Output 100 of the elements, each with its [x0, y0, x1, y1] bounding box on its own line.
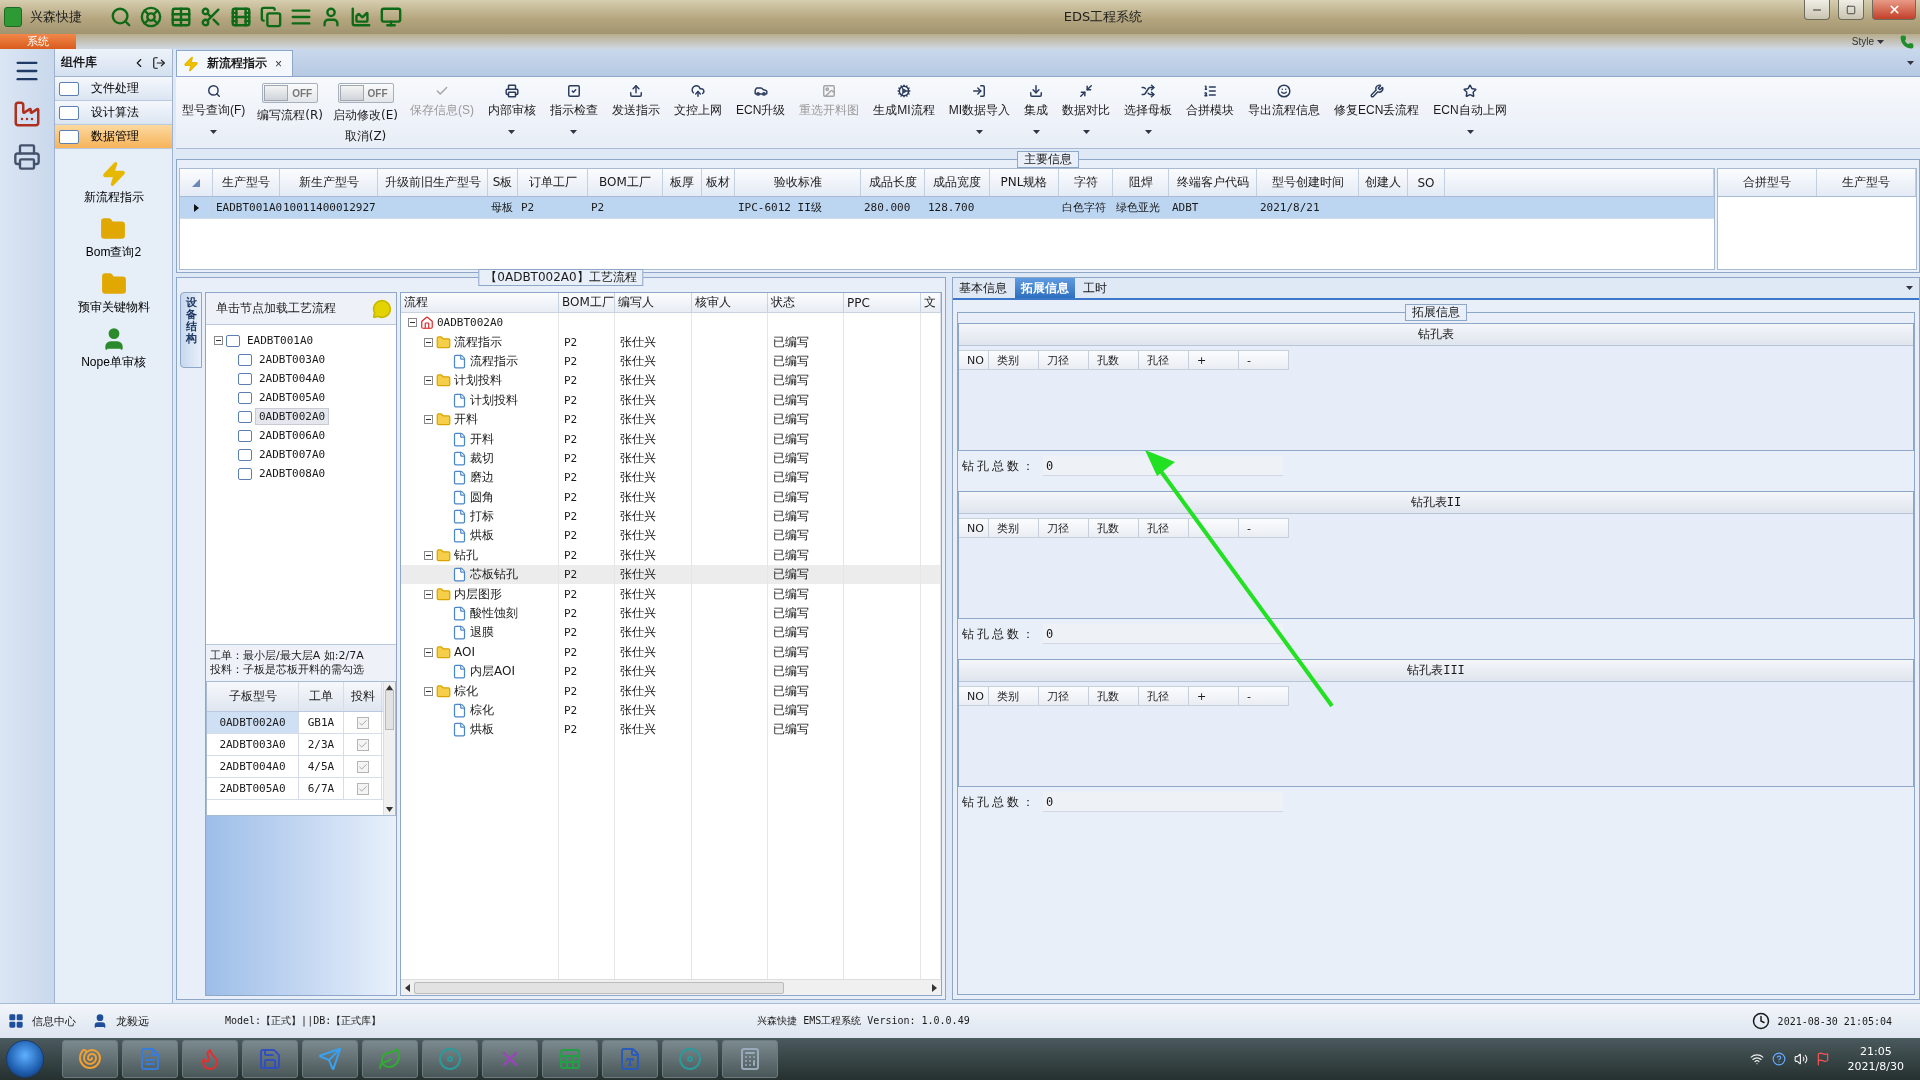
- side-tab[interactable]: 设备结构: [180, 292, 202, 368]
- tree-item[interactable]: 2ADBT004A0: [255, 370, 330, 387]
- toolbar-button[interactable]: 发送指示: [610, 81, 662, 121]
- taskbar-app[interactable]: [182, 1040, 238, 1078]
- process-row[interactable]: 退膜 P2 张仕兴 已编写: [401, 623, 941, 643]
- tool-item[interactable]: 预审关键物料: [77, 271, 150, 316]
- collapse-toggle[interactable]: [214, 336, 223, 345]
- process-row[interactable]: 内层图形 P2 张仕兴 已编写: [401, 584, 941, 604]
- taskbar-app[interactable]: [422, 1040, 478, 1078]
- volume-icon[interactable]: [1793, 1052, 1808, 1066]
- collapse-toggle[interactable]: [424, 415, 433, 425]
- process-row[interactable]: 开料 P2 张仕兴 已编写: [401, 429, 941, 449]
- toggle-switch[interactable]: OFF: [337, 83, 394, 103]
- tree-item[interactable]: 2ADBT008A0: [255, 465, 330, 482]
- taskbar-app[interactable]: [62, 1040, 118, 1078]
- network-icon[interactable]: [1749, 1052, 1764, 1066]
- taskbar-app[interactable]: [302, 1040, 358, 1078]
- flag-icon[interactable]: [1815, 1052, 1830, 1066]
- tree-item[interactable]: 2ADBT003A0: [255, 351, 330, 368]
- scrollbar[interactable]: [401, 979, 941, 995]
- toolbar-button[interactable]: 集成: [1022, 81, 1050, 136]
- collapse-toggle[interactable]: [424, 376, 433, 386]
- rows-icon[interactable]: [290, 6, 312, 28]
- scrollbar[interactable]: [383, 682, 395, 815]
- tree-item[interactable]: 0ADBT002A0: [255, 408, 330, 425]
- process-row[interactable]: 烘板 P2 张仕兴 已编写: [401, 720, 941, 740]
- search-icon[interactable]: [110, 6, 132, 28]
- process-row[interactable]: 裁切 P2 张仕兴 已编写: [401, 448, 941, 469]
- table-row[interactable]: EADBT001A010011400012927 母板 P2 P2 IPC-6012 II级 280.000 128.700 白色字符 绿色亚光 ADBT 2021/8/21: [180, 197, 1714, 219]
- document-tab[interactable]: 新流程指示 ×: [176, 50, 293, 76]
- tool-item[interactable]: Bom查询2: [85, 216, 142, 261]
- tool-item[interactable]: Nope单审核: [81, 326, 146, 371]
- toolbar-button[interactable]: 合拼模块: [1184, 81, 1236, 121]
- user-icon[interactable]: [320, 6, 342, 28]
- table-cell[interactable]: 2ADBT003A0: [207, 734, 299, 755]
- process-row[interactable]: 圆角 P2 张仕兴 已编写: [401, 487, 941, 507]
- sidebar-item[interactable]: 设计算法: [55, 101, 172, 125]
- close-tab-button[interactable]: ×: [275, 56, 282, 71]
- process-row[interactable]: 酸性蚀刻 P2 张仕兴 已编写: [401, 603, 941, 624]
- taskbar-clock[interactable]: 21:05 2021/8/30: [1847, 1044, 1904, 1074]
- table-cell[interactable]: 2ADBT004A0: [207, 756, 299, 777]
- checkbox[interactable]: [356, 782, 369, 795]
- tree-item[interactable]: 2ADBT006A0: [255, 427, 330, 444]
- scroll-left-icon[interactable]: [405, 983, 410, 992]
- collapse-toggle[interactable]: [424, 686, 433, 696]
- tab[interactable]: 基本信息: [953, 278, 1013, 298]
- process-row[interactable]: 流程指示 P2 张仕兴 已编写: [401, 332, 941, 352]
- process-row[interactable]: 计划投料 P2 张仕兴 已编写: [401, 390, 941, 410]
- help-icon[interactable]: [1771, 1052, 1786, 1066]
- tool-item[interactable]: 新流程指示: [83, 161, 144, 206]
- toolbar-button[interactable]: 修复ECN丢流程: [1332, 81, 1422, 121]
- toolbar-button[interactable]: 生成MI流程: [871, 81, 937, 121]
- start-button[interactable]: [6, 1040, 44, 1078]
- tree-item[interactable]: EADBT001A0: [243, 332, 318, 349]
- table-cell[interactable]: 2ADBT005A0: [207, 778, 299, 799]
- toolbar-button[interactable]: 型号查询(F): [180, 81, 248, 136]
- tab[interactable]: 工时: [1077, 278, 1113, 298]
- taskbar-app[interactable]: [482, 1040, 538, 1078]
- process-row[interactable]: 流程指示 P2 张仕兴 已编写: [401, 351, 941, 372]
- close-button[interactable]: [1872, 0, 1916, 20]
- status-text[interactable]: 信息中心: [32, 1013, 76, 1029]
- taskbar-app[interactable]: [662, 1040, 718, 1078]
- process-row[interactable]: 计划投料 P2 张仕兴 已编写: [401, 371, 941, 391]
- collapse-toggle[interactable]: [424, 647, 433, 657]
- process-row[interactable]: 棕化 P2 张仕兴 已编写: [401, 700, 941, 721]
- tree-item[interactable]: 2ADBT007A0: [255, 446, 330, 463]
- collapse-toggle[interactable]: [424, 337, 433, 347]
- checkbox[interactable]: [356, 760, 369, 773]
- scissors-icon[interactable]: [200, 6, 222, 28]
- process-row[interactable]: 开料 P2 张仕兴 已编写: [401, 409, 941, 430]
- sidebar-item[interactable]: 数据管理: [55, 125, 172, 149]
- toolbar-button[interactable]: 数据对比: [1060, 81, 1112, 136]
- taskbar-app[interactable]: [602, 1040, 658, 1078]
- scroll-thumb[interactable]: [385, 690, 394, 730]
- toolbar-button[interactable]: 内部审核: [486, 81, 538, 136]
- exit-icon[interactable]: [152, 55, 166, 70]
- collapse-toggle[interactable]: [408, 318, 417, 328]
- checkbox[interactable]: [356, 738, 369, 751]
- film-icon[interactable]: [230, 6, 252, 28]
- toolbar-button[interactable]: 文控上网: [672, 81, 724, 121]
- phone-icon[interactable]: [1900, 34, 1914, 49]
- factory-icon[interactable]: [12, 99, 42, 129]
- collapse-toggle[interactable]: [424, 550, 433, 560]
- toolbar-button[interactable]: 指示检查: [548, 81, 600, 136]
- monitor-icon[interactable]: [380, 6, 402, 28]
- toggle-switch[interactable]: OFF: [262, 83, 319, 103]
- scroll-down-icon[interactable]: [386, 807, 393, 812]
- taskbar-app[interactable]: [122, 1040, 178, 1078]
- grid-icon[interactable]: [8, 1013, 24, 1029]
- toolbar-button[interactable]: ECN自动上网: [1431, 81, 1509, 136]
- table-icon[interactable]: [170, 6, 192, 28]
- tree-item[interactable]: 2ADBT005A0: [255, 389, 330, 406]
- process-row[interactable]: 烘板 P2 张仕兴 已编写: [401, 526, 941, 546]
- process-row[interactable]: 打标 P2 张仕兴 已编写: [401, 506, 941, 527]
- maximize-button[interactable]: [1838, 0, 1864, 20]
- taskbar-app[interactable]: [722, 1040, 778, 1078]
- table-cell[interactable]: 0ADBT002A0: [207, 712, 299, 733]
- minimize-button[interactable]: [1804, 0, 1830, 20]
- collapse-toggle[interactable]: [424, 589, 433, 599]
- toolbar-button[interactable]: ECN升级: [734, 81, 788, 121]
